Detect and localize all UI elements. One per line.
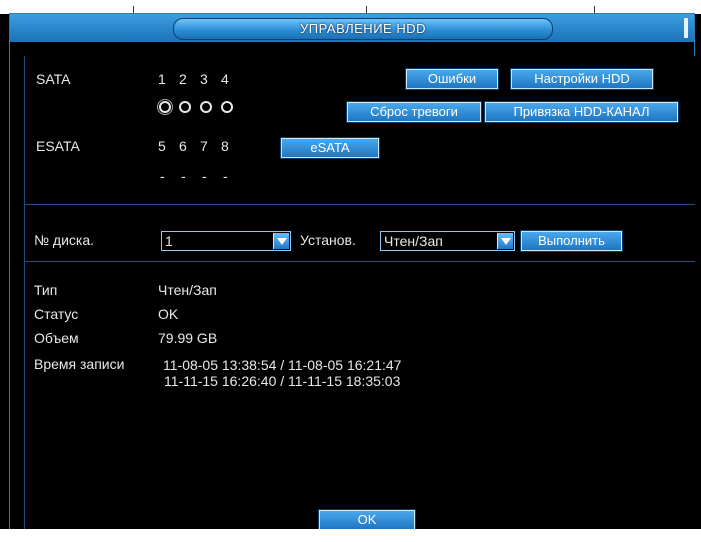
sata-port-3: 3 <box>200 71 208 87</box>
sata-port-1: 1 <box>158 71 166 87</box>
sata-status-2-icon[interactable] <box>179 101 191 113</box>
disk-number-select[interactable]: 1 <box>161 231 291 251</box>
record-time-range-1: 11-08-05 13:38:54 / 11-08-05 16:21:47 <box>163 357 402 373</box>
esata-port-5: 5 <box>158 138 166 154</box>
status-label: Статус <box>34 306 79 322</box>
reset-alarm-button[interactable]: Сброс тревоги <box>346 101 482 123</box>
esata-status-6: - <box>181 168 186 184</box>
type-label: Тип <box>34 282 58 298</box>
esata-status-8: - <box>223 168 228 184</box>
esata-status-5: - <box>160 168 165 184</box>
errors-button[interactable]: Ошибки <box>405 68 499 90</box>
record-time-range-2: 11-11-15 16:26:40 / 11-11-15 18:35:03 <box>164 373 401 389</box>
sata-status-3-icon[interactable] <box>200 101 212 113</box>
set-mode-value: Чтен/Зап <box>384 233 443 249</box>
sata-label: SATA <box>36 71 71 87</box>
hdd-management-window: УПРАВЛЕНИЕ HDD SATA 1 2 3 4 Ошибки Настр… <box>9 13 695 541</box>
set-label: Установ. <box>300 232 356 248</box>
execute-button[interactable]: Выполнить <box>520 230 623 252</box>
title-bar: УПРАВЛЕНИЕ HDD <box>10 14 694 42</box>
hdd-settings-button[interactable]: Настройки HDD <box>510 68 654 90</box>
type-value: Чтен/Зап <box>158 282 217 298</box>
sata-status-1-icon[interactable] <box>157 99 173 115</box>
top-strip <box>0 0 701 14</box>
esata-label: ESATA <box>36 138 80 154</box>
sata-status-4-icon[interactable] <box>221 101 233 113</box>
hdd-channel-button[interactable]: Привязка HDD-КАНАЛ <box>484 101 679 123</box>
bottom-strip <box>0 529 701 542</box>
esata-button[interactable]: eSATA <box>280 137 380 159</box>
esata-port-7: 7 <box>200 138 208 154</box>
window-title: УПРАВЛЕНИЕ HDD <box>173 18 553 40</box>
esata-port-6: 6 <box>179 138 187 154</box>
title-corner <box>684 18 688 38</box>
chevron-down-icon[interactable] <box>497 233 513 249</box>
volume-label: Объем <box>34 330 79 346</box>
set-mode-select[interactable]: Чтен/Зап <box>380 231 515 251</box>
esata-status-7: - <box>202 168 207 184</box>
sata-port-4: 4 <box>221 71 229 87</box>
content-panel: SATA 1 2 3 4 Ошибки Настройки HDD Сброс … <box>24 56 695 536</box>
separator <box>25 261 695 262</box>
chevron-down-icon[interactable] <box>273 233 289 249</box>
status-value: OK <box>158 306 179 322</box>
separator <box>25 204 695 205</box>
disk-number-label: № диска. <box>34 232 95 248</box>
ok-button[interactable]: OK <box>318 509 416 531</box>
volume-value: 79.99 GB <box>158 330 218 346</box>
disk-number-value: 1 <box>165 233 173 249</box>
sata-port-2: 2 <box>179 71 187 87</box>
record-time-label: Время записи <box>34 356 125 372</box>
esata-port-8: 8 <box>221 138 229 154</box>
